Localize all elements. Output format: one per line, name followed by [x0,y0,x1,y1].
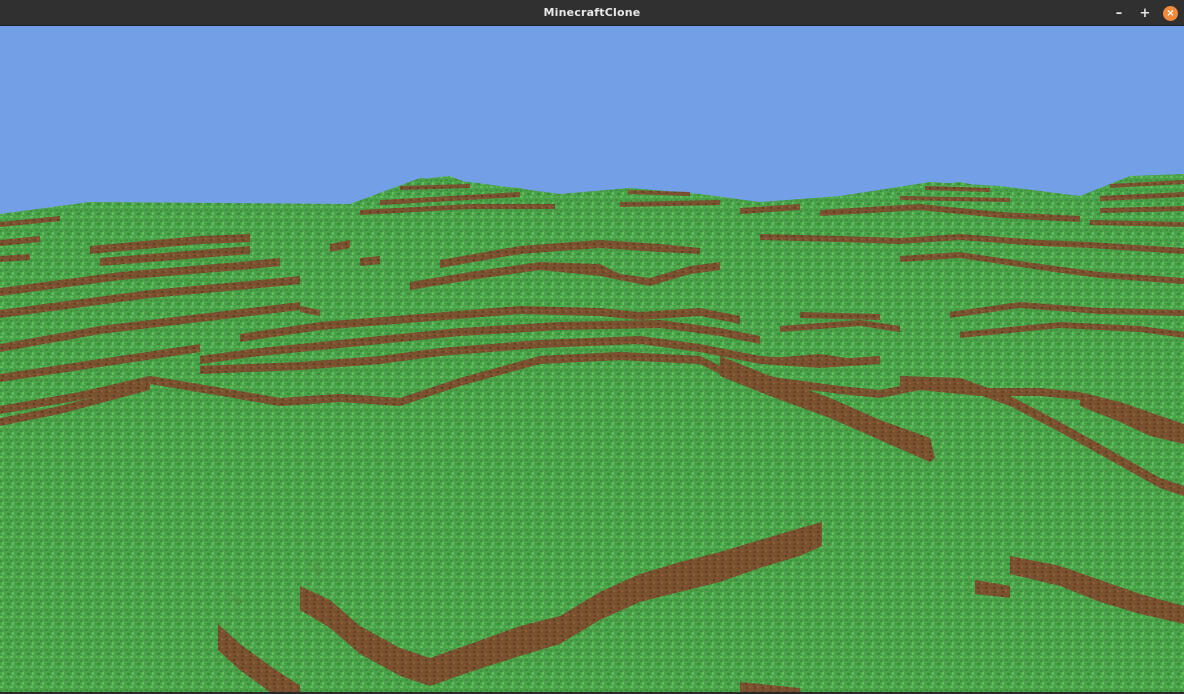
window-controls: – + × [1111,4,1178,22]
close-icon[interactable]: × [1163,5,1178,21]
maximize-icon[interactable]: + [1137,5,1153,21]
window-title: MinecraftClone [543,6,641,19]
game-viewport[interactable] [0,26,1184,692]
app-window: MinecraftClone – + × [0,0,1184,694]
title-bar[interactable]: MinecraftClone – + × [0,0,1184,26]
minimize-icon[interactable]: – [1111,5,1127,21]
world-render [0,26,1184,692]
